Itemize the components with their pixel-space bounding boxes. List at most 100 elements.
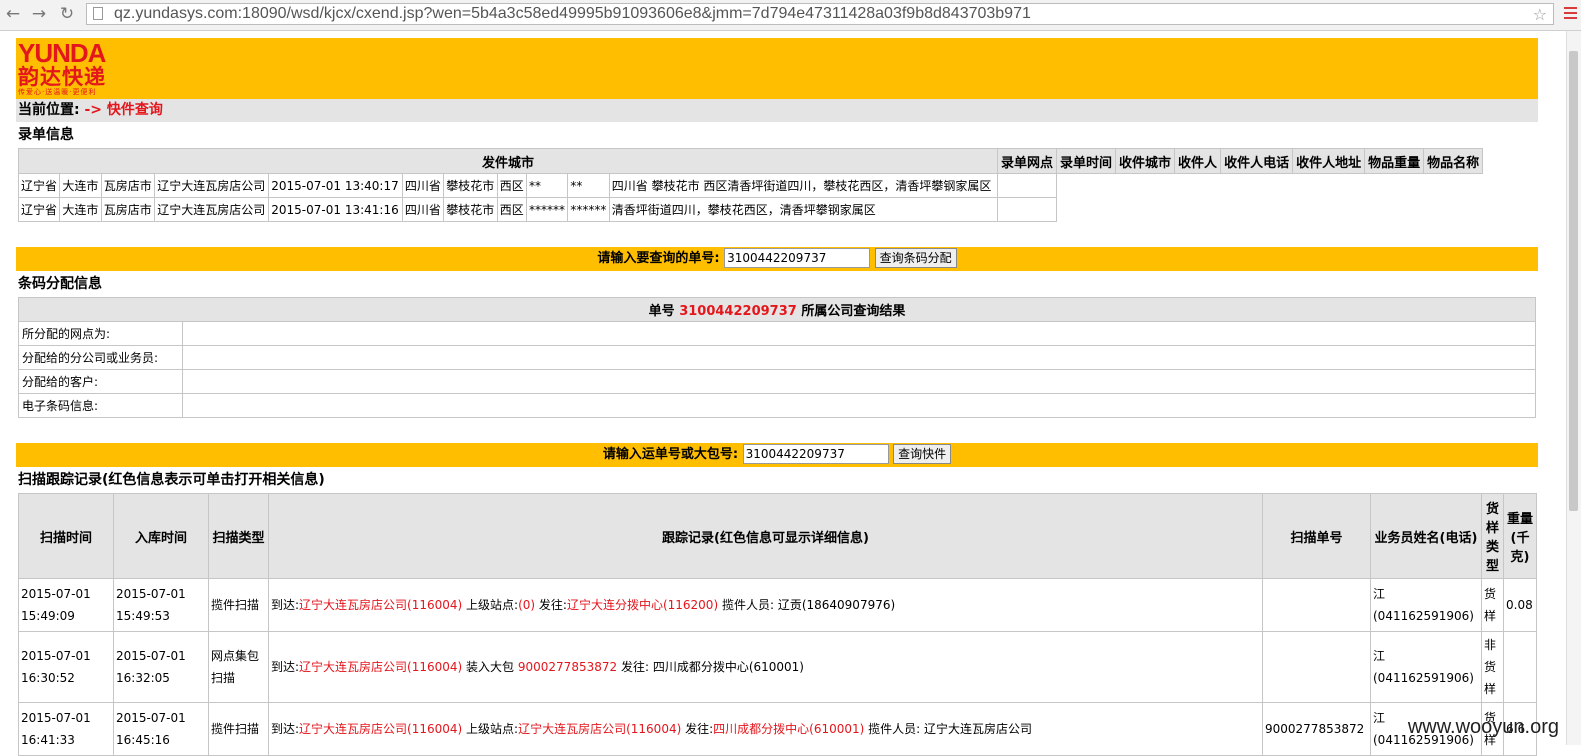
url-text[interactable]: qz.yundasys.com:18090/wsd/kjcx/cxend.jsp… <box>114 5 1031 23</box>
record-row: 辽宁省 大连市 瓦房店市 辽宁大连瓦房店公司 2015-07-01 13:40:17 四川… <box>17 173 1483 198</box>
scan-row: 2015-07-01 16:41:33 2015-07-01 16:45:16 揽件… <box>18 702 1537 756</box>
barcode-row-label: 分配给的分公司或业务员: <box>18 345 183 370</box>
barcode-query-input[interactable] <box>724 247 871 268</box>
record-header-4: 收件人 <box>1174 148 1222 174</box>
barcode-row: 所分配的网点为: <box>18 321 1536 346</box>
record-cell: ** <box>526 173 569 198</box>
record-cell: ****** <box>567 197 610 222</box>
logo-en: YUNDA <box>18 38 106 68</box>
logo-cn: 韵达快递 <box>18 65 106 89</box>
barcode-row: 分配给的分公司或业务员: <box>18 345 1536 370</box>
record-cell: 辽宁省 <box>17 173 61 198</box>
record-row: 辽宁省 大连市 瓦房店市 辽宁大连瓦房店公司 2015-07-01 13:41:16 四川… <box>17 197 1483 222</box>
back-icon[interactable]: ← <box>4 5 22 23</box>
trace-cell: 到达:辽宁大连瓦房店公司(116004) 上级站点:(0) 发往:辽宁大连分拨中… <box>268 578 1263 632</box>
scan-header-6: 货样类型 <box>1481 493 1504 579</box>
in-time-cell: 2015-07-01 16:32:05 <box>113 631 209 703</box>
address-bar[interactable]: qz.yundasys.com:18090/wsd/kjcx/cxend.jsp… <box>86 3 1554 25</box>
in-time-cell: 2015-07-01 15:49:53 <box>113 578 209 632</box>
record-cell: 四川省 <box>401 173 445 198</box>
record-cell: 攀枝花市 <box>443 197 498 222</box>
scan-row: 2015-07-01 15:49:09 2015-07-01 15:49:53 揽件… <box>18 578 1537 632</box>
trace-link[interactable]: 9000277853872 <box>518 660 617 674</box>
sample-type-cell: 货样 <box>1481 578 1504 632</box>
scan-no-cell <box>1262 578 1371 632</box>
weight-cell <box>1503 631 1537 703</box>
reload-icon[interactable]: ↻ <box>58 5 76 23</box>
scan-header-3: 跟踪记录(红色信息可显示详细信息) <box>268 493 1263 579</box>
trace-link[interactable]: 四川成都分拨中心(610001) <box>713 722 864 736</box>
scan-time-cell: 2015-07-01 16:30:52 <box>18 631 114 703</box>
record-header-2: 录单时间 <box>1056 148 1117 174</box>
record-header-7: 物品重量 <box>1364 148 1425 174</box>
scan-type-cell: 揽件扫描 <box>208 578 269 632</box>
trace-text: 发往: <box>535 598 567 612</box>
trace-link[interactable]: 辽宁大连瓦房店公司(116004) <box>299 660 462 674</box>
page-content: YUNDA 韵达快递 传爱心·送温暖·更便利 当前位置: -> 快件查询 录单信… <box>16 38 1538 756</box>
record-header-8: 物品名称 <box>1423 148 1484 174</box>
record-header-0: 发件城市 <box>18 148 998 174</box>
record-header-1: 录单网点 <box>996 148 1058 174</box>
scan-type-cell: 网点集包扫描 <box>208 631 269 703</box>
trace-link[interactable]: 辽宁大连分拨中心(116200) <box>567 598 718 612</box>
scan-time-cell: 2015-07-01 16:41:33 <box>18 702 114 756</box>
staff-cell: 江(041162591906) <box>1370 578 1482 632</box>
trace-link[interactable]: 辽宁大连瓦房店公司(116004) <box>299 598 462 612</box>
record-cell: 辽宁省 <box>17 197 61 222</box>
record-cell: 清香坪街道四川，攀枝花西区，清香坪攀钢家属区 <box>608 197 999 222</box>
waybill-query-input[interactable] <box>742 443 889 464</box>
trace-cell: 到达:辽宁大连瓦房店公司(116004) 装入大包 9000277853872 … <box>268 631 1263 703</box>
trace-text: 上级站点: <box>462 722 519 736</box>
scan-type-cell: 揽件扫描 <box>208 702 269 756</box>
trace-text: 到达: <box>271 660 300 674</box>
record-cell: 西区 <box>496 197 528 222</box>
query-barcode-button[interactable]: 查询条码分配 <box>874 247 957 268</box>
scan-section-title: 扫描跟踪记录(红色信息表示可单击打开相关信息) <box>18 472 325 488</box>
breadcrumb-label: 当前位置: <box>18 102 80 118</box>
trace-cell: 到达:辽宁大连瓦房店公司(116004) 上级站点:辽宁大连瓦房店公司(1160… <box>268 702 1263 756</box>
forward-icon[interactable]: → <box>30 5 48 23</box>
trace-text: 发往: <box>681 722 714 736</box>
browser-menu-icon[interactable] <box>1564 7 1577 22</box>
barcode-result-header: 单号 3100442209737 所属公司查询结果 <box>18 297 1536 322</box>
waybill-query-bar: 请输入运单号或大包号: 查询快件 <box>16 443 1538 467</box>
breadcrumb-current[interactable]: -> 快件查询 <box>84 102 162 118</box>
barcode-row-value <box>182 321 1536 346</box>
barcode-query-bar: 请输入要查询的单号: 查询条码分配 <box>16 247 1538 271</box>
record-cell: 大连市 <box>59 197 102 222</box>
trace-link[interactable]: 辽宁大连瓦房店公司(116004) <box>518 722 681 736</box>
record-cell: 攀枝花市 <box>443 173 498 198</box>
record-header-row: 发件城市 录单网点 录单时间 收件城市 收件人 收件人电话 收件人地址 物品重量 物品名称 <box>18 148 1484 174</box>
record-cell: ****** <box>526 197 569 222</box>
scan-no-cell: 9000277853872 <box>1262 702 1371 756</box>
trace-link[interactable]: 辽宁大连瓦房店公司(116004) <box>299 722 462 736</box>
query-package-button[interactable]: 查询快件 <box>893 443 952 464</box>
barcode-section-title: 条码分配信息 <box>18 276 102 292</box>
barcode-row-label: 电子条码信息: <box>18 393 183 418</box>
record-cell: 大连市 <box>59 173 102 198</box>
barcode-row: 分配给的客户: <box>18 369 1536 394</box>
record-cell: 2015-07-01 13:41:16 <box>268 197 403 222</box>
bookmark-star-icon[interactable]: ☆ <box>1533 5 1547 24</box>
scrollbar-thumb[interactable] <box>1569 51 1578 511</box>
barcode-row-label: 所分配的网点为: <box>18 321 183 346</box>
sample-type-cell: 非货样 <box>1481 631 1504 703</box>
scan-no-cell <box>1262 631 1371 703</box>
page-scrollbar[interactable] <box>1566 31 1581 745</box>
record-cell: 瓦房店市 <box>100 197 156 222</box>
record-cell: 西区 <box>496 173 528 198</box>
record-cell-empty <box>996 197 1058 222</box>
trace-link[interactable]: (0) <box>518 598 535 612</box>
record-cell: 四川省 <box>401 197 445 222</box>
record-header-6: 收件人地址 <box>1292 148 1366 174</box>
watermark: www.wooyun.org <box>1407 716 1559 738</box>
scan-row: 2015-07-01 16:30:52 2015-07-01 16:32:05 网点… <box>18 631 1537 703</box>
barcode-row-label: 分配给的客户: <box>18 369 183 394</box>
barcode-table: 单号 3100442209737 所属公司查询结果 所分配的网点为: 分配给的分公… <box>18 297 1536 418</box>
scan-time-cell: 2015-07-01 15:49:09 <box>18 578 114 632</box>
record-cell: 瓦房店市 <box>100 173 156 198</box>
scan-header-row: 扫描时间 入库时间 扫描类型 跟踪记录(红色信息可显示详细信息) 扫描单号 业务员姓名(电… <box>18 493 1537 579</box>
scan-header-1: 入库时间 <box>113 493 209 579</box>
barcode-row-value <box>182 369 1536 394</box>
header-banner: YUNDA 韵达快递 传爱心·送温暖·更便利 <box>16 38 1538 99</box>
